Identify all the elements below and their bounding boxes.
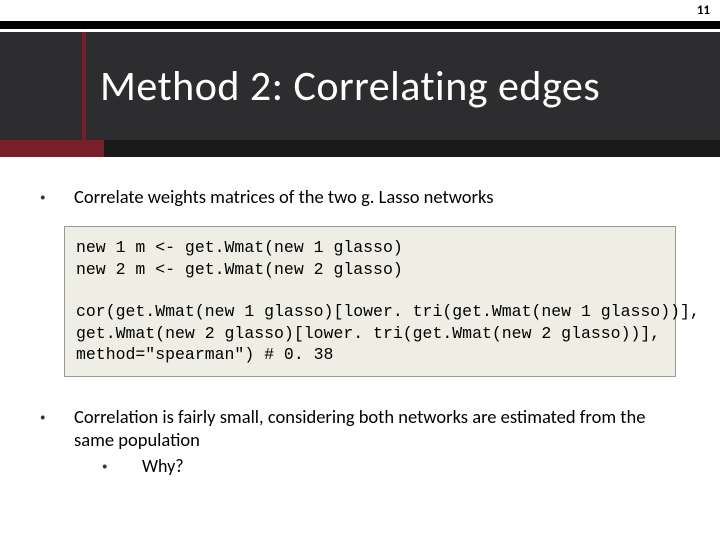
code-line-2: new 2 m <- get.Wmat(new 2 glasso) bbox=[76, 260, 403, 279]
bullet-item-1: • Correlate weights matrices of the two … bbox=[40, 185, 680, 208]
top-bar bbox=[0, 21, 720, 29]
code-block: new 1 m <- get.Wmat(new 1 glasso) new 2 … bbox=[64, 226, 676, 377]
bullet-text-2-main: Correlation is fairly small, considering… bbox=[74, 405, 645, 451]
code-line-3: cor(get.Wmat(new 1 glasso)[lower. tri(ge… bbox=[76, 302, 700, 321]
bullet-marker: • bbox=[40, 185, 74, 208]
bullet-text-2: Correlation is fairly small, considering… bbox=[74, 405, 680, 478]
code-line-4: get.Wmat(new 2 glasso)[lower. tri(get.Wm… bbox=[76, 324, 660, 343]
sub-bullet-item: • Why? bbox=[102, 455, 680, 478]
slide-title: Method 2: Correlating edges bbox=[100, 61, 600, 112]
under-band-accent-right bbox=[104, 140, 720, 157]
bullet-marker: • bbox=[40, 405, 74, 478]
code-line-1: new 1 m <- get.Wmat(new 1 glasso) bbox=[76, 238, 403, 257]
sub-bullet-text: Why? bbox=[142, 455, 184, 478]
code-line-5: method="spearman") # 0. 38 bbox=[76, 345, 333, 364]
bullet-text-1: Correlate weights matrices of the two g.… bbox=[74, 185, 493, 208]
bullet-item-2: • Correlation is fairly small, consideri… bbox=[40, 405, 680, 478]
page-number: 11 bbox=[697, 3, 710, 18]
sub-bullet-marker: • bbox=[102, 455, 142, 478]
content-area: • Correlate weights matrices of the two … bbox=[40, 185, 680, 478]
under-band-accent-left bbox=[0, 140, 104, 157]
title-accent-left bbox=[82, 32, 86, 140]
title-band: Method 2: Correlating edges bbox=[0, 32, 720, 140]
